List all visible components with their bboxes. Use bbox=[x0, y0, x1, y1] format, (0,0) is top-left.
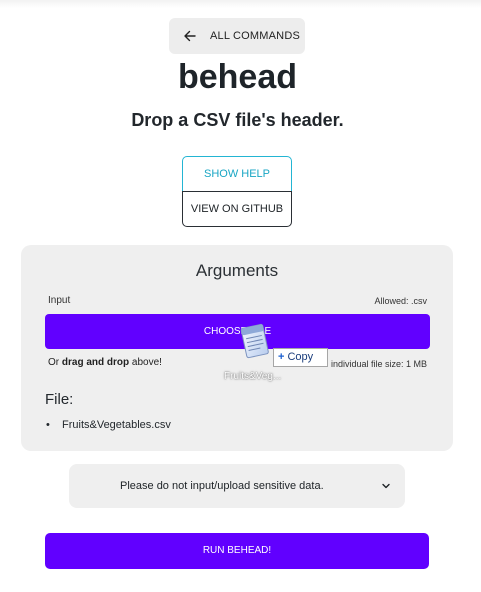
file-list-item: Fruits&Vegetables.csv bbox=[45, 419, 171, 431]
view-on-github-button[interactable]: VIEW ON GITHUB bbox=[182, 191, 292, 227]
allowed-types-label: Allowed: .csv bbox=[374, 296, 427, 306]
input-label: Input bbox=[48, 295, 71, 306]
all-commands-label: ALL COMMANDS bbox=[210, 30, 301, 42]
page-subtitle: Drop a CSV file's header. bbox=[131, 110, 344, 130]
copy-label: Copy bbox=[287, 351, 314, 363]
arguments-title: Arguments bbox=[195, 261, 279, 280]
drag-drop-hint-bold: drag and drop bbox=[61, 357, 130, 368]
drag-drop-hint-suffix: above! bbox=[129, 357, 162, 368]
dragged-file-icon bbox=[240, 323, 269, 359]
show-help-button[interactable]: SHOW HELP bbox=[182, 156, 292, 192]
copy-tooltip: + Copy bbox=[273, 348, 328, 367]
dragged-file-name: Fruits&Veg... bbox=[224, 371, 282, 382]
page-title: behead bbox=[177, 58, 298, 96]
run-behead-button[interactable]: RUN BEHEAD! bbox=[45, 533, 429, 569]
all-commands-button[interactable]: ALL COMMANDS bbox=[169, 18, 305, 54]
file-list: Fruits&Vegetables.csv bbox=[45, 419, 171, 431]
arrow-left-icon bbox=[184, 30, 196, 42]
drag-drop-hint-prefix: Or bbox=[48, 357, 62, 368]
file-heading: File: bbox=[45, 391, 74, 408]
notice-text: Please do not input/upload sensitive dat… bbox=[120, 480, 324, 492]
chevron-down-icon bbox=[382, 483, 390, 489]
max-file-size-label: individual file size: 1 MB bbox=[330, 359, 427, 369]
top-shadow bbox=[0, 0, 481, 8]
drag-drop-hint: Or drag and drop above! bbox=[48, 357, 162, 368]
plus-icon: + bbox=[278, 351, 285, 363]
sensitive-data-notice[interactable]: Please do not input/upload sensitive dat… bbox=[69, 464, 405, 508]
